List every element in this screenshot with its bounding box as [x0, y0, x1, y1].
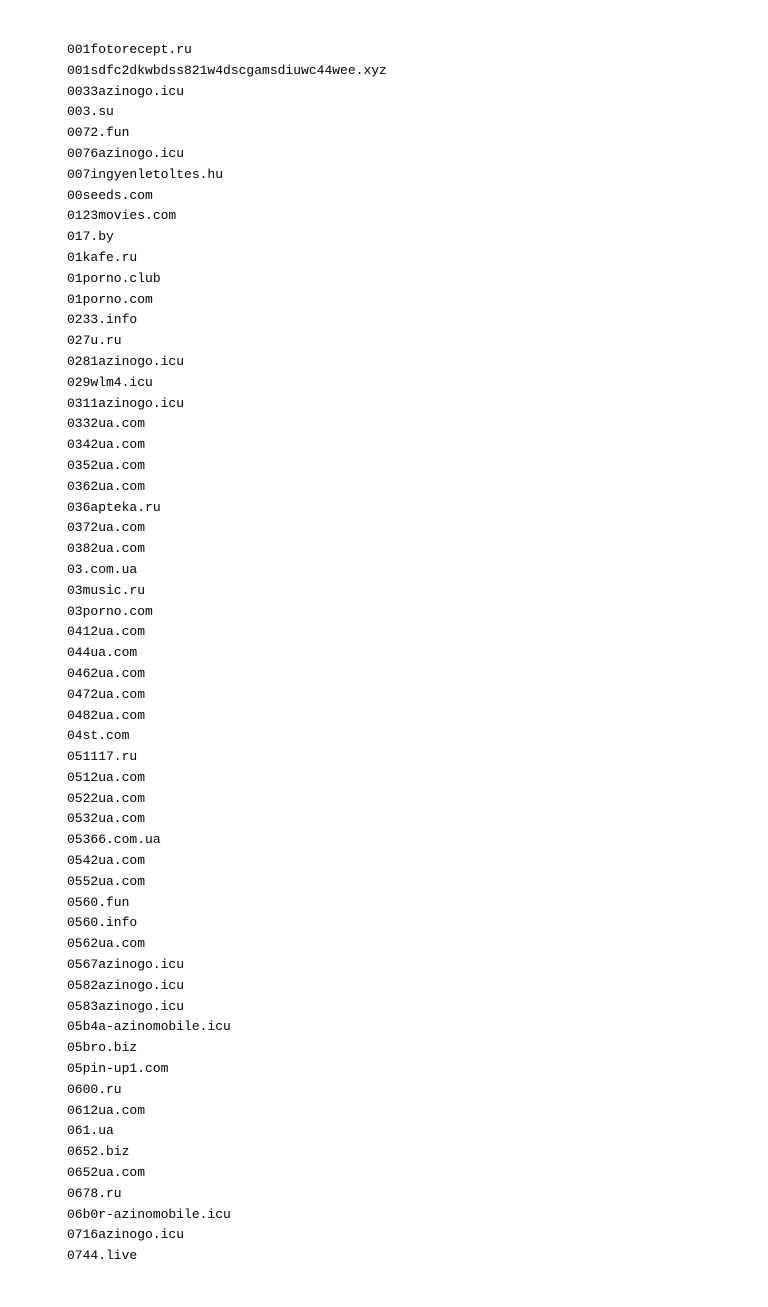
list-item: 0281azinogo.icu [67, 352, 701, 373]
list-item: 036apteka.ru [67, 498, 701, 519]
list-item: 0372ua.com [67, 518, 701, 539]
list-item: 0582azinogo.icu [67, 976, 701, 997]
list-item: 03porno.com [67, 602, 701, 623]
list-item: 0612ua.com [67, 1101, 701, 1122]
list-item: 0560.fun [67, 893, 701, 914]
list-item: 0652ua.com [67, 1163, 701, 1184]
list-item: 03.com.ua [67, 560, 701, 581]
list-item: 001sdfc2dkwbdss821w4dscgamsdiuwc44wee.xy… [67, 61, 701, 82]
list-item: 0342ua.com [67, 435, 701, 456]
list-item: 05pin-up1.com [67, 1059, 701, 1080]
list-item: 0542ua.com [67, 851, 701, 872]
list-item: 0652.biz [67, 1142, 701, 1163]
list-item: 06b0r-azinomobile.icu [67, 1205, 701, 1226]
list-item: 061.ua [67, 1121, 701, 1142]
list-item: 0744.live [67, 1246, 701, 1267]
list-item: 0311azinogo.icu [67, 394, 701, 415]
list-item: 0382ua.com [67, 539, 701, 560]
list-item: 029wlm4.icu [67, 373, 701, 394]
list-item: 0552ua.com [67, 872, 701, 893]
list-item: 0412ua.com [67, 622, 701, 643]
list-item: 0332ua.com [67, 414, 701, 435]
list-item: 0462ua.com [67, 664, 701, 685]
list-item: 0678.ru [67, 1184, 701, 1205]
list-item: 0352ua.com [67, 456, 701, 477]
list-item: 0072.fun [67, 123, 701, 144]
list-item: 03music.ru [67, 581, 701, 602]
list-item: 05366.com.ua [67, 830, 701, 851]
list-item: 0123movies.com [67, 206, 701, 227]
list-item: 0567azinogo.icu [67, 955, 701, 976]
list-item: 0600.ru [67, 1080, 701, 1101]
list-item: 00seeds.com [67, 186, 701, 207]
list-item: 0532ua.com [67, 809, 701, 830]
list-item: 003.su [67, 102, 701, 123]
list-item: 0560.info [67, 913, 701, 934]
list-item: 027u.ru [67, 331, 701, 352]
list-item: 051117.ru [67, 747, 701, 768]
list-item: 0233.info [67, 310, 701, 331]
list-item: 0482ua.com [67, 706, 701, 727]
list-item: 01kafe.ru [67, 248, 701, 269]
list-item: 0512ua.com [67, 768, 701, 789]
list-item: 05bro.biz [67, 1038, 701, 1059]
list-item: 04st.com [67, 726, 701, 747]
list-item: 0076azinogo.icu [67, 144, 701, 165]
list-item: 017.by [67, 227, 701, 248]
domain-list: 001fotorecept.ru001sdfc2dkwbdss821w4dscg… [67, 40, 701, 1267]
list-item: 01porno.com [67, 290, 701, 311]
list-item: 0033azinogo.icu [67, 82, 701, 103]
list-item: 0472ua.com [67, 685, 701, 706]
list-item: 0362ua.com [67, 477, 701, 498]
list-item: 01porno.club [67, 269, 701, 290]
list-item: 0522ua.com [67, 789, 701, 810]
list-item: 05b4a-azinomobile.icu [67, 1017, 701, 1038]
list-item: 007ingyenletoltes.hu [67, 165, 701, 186]
list-item: 001fotorecept.ru [67, 40, 701, 61]
list-item: 0562ua.com [67, 934, 701, 955]
list-item: 044ua.com [67, 643, 701, 664]
list-item: 0583azinogo.icu [67, 997, 701, 1018]
list-item: 0716azinogo.icu [67, 1225, 701, 1246]
